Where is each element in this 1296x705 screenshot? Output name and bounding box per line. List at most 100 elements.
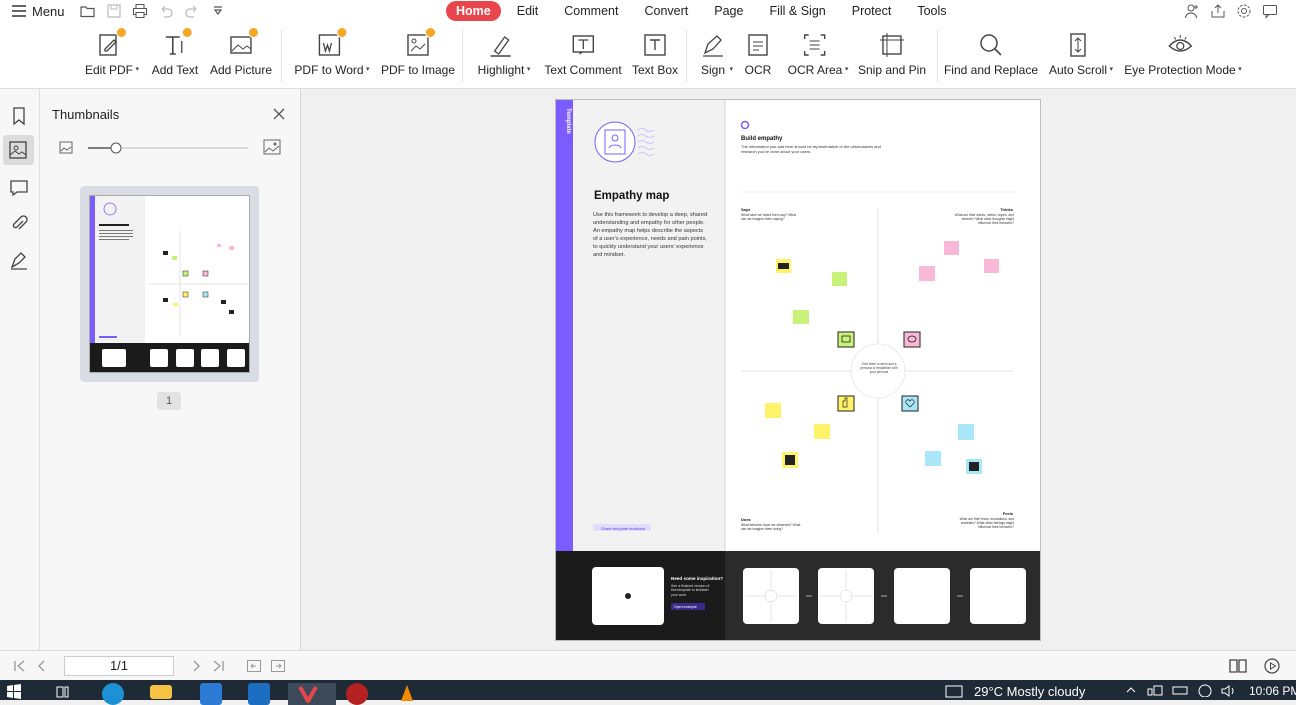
pdf-to-word-button[interactable]: PDF to Word ▾: [294, 27, 370, 77]
ocr-area-button[interactable]: OCR Area ▾: [787, 31, 848, 77]
vlc-icon[interactable]: [396, 683, 418, 705]
first-page-icon[interactable]: [12, 658, 28, 674]
add-text-button[interactable]: Add Text: [152, 27, 198, 77]
last-page-icon[interactable]: [210, 658, 226, 674]
ribbon-separator: [937, 30, 938, 82]
weather-text[interactable]: 29°C Mostly cloudy: [974, 684, 1085, 699]
share-icon[interactable]: [1210, 3, 1226, 19]
text-box-button[interactable]: Text Box: [632, 31, 678, 77]
ocr-area-label: OCR Area: [787, 63, 843, 77]
edit-pdf-label: Edit PDF: [84, 63, 134, 77]
main-tabs: Home Edit Comment Convert Page Fill & Si…: [446, 0, 963, 22]
auto-scroll-button[interactable]: Auto Scroll ▾: [1049, 31, 1113, 77]
close-icon[interactable]: [272, 107, 286, 121]
ribbon-separator: [281, 30, 282, 82]
undo-icon[interactable]: [158, 3, 174, 19]
add-text-icon: [161, 27, 193, 59]
network-icon[interactable]: [1146, 683, 1164, 705]
reading-mode-icon[interactable]: [1229, 658, 1247, 674]
tab-home[interactable]: Home: [446, 1, 501, 21]
sign-button[interactable]: Sign ▾: [699, 31, 733, 77]
bookmark-icon[interactable]: [8, 105, 30, 127]
sign-label: Sign: [700, 63, 726, 77]
open-folder-icon[interactable]: [80, 3, 96, 19]
ocr-area-icon: [801, 31, 829, 59]
dropdown-caret-icon[interactable]: ▾: [729, 65, 733, 73]
edit-pdf-button[interactable]: Edit PDF ▾: [84, 27, 139, 77]
thinks-text: What are their wants, needs, hopes, and …: [954, 213, 1014, 225]
build-text: The information you add here should be r…: [741, 144, 881, 154]
app-red-icon[interactable]: [346, 683, 368, 705]
ocr-button[interactable]: OCR: [744, 31, 772, 77]
find-and-replace-button[interactable]: Find and Replace: [944, 31, 1038, 77]
next-page-icon[interactable]: [188, 658, 204, 674]
tab-edit[interactable]: Edit: [507, 1, 549, 21]
dropdown-caret-icon[interactable]: ▾: [1110, 65, 1114, 73]
small-image-icon: [59, 141, 73, 154]
tab-fill-sign[interactable]: Fill & Sign: [759, 1, 835, 21]
document-viewer[interactable]: Template Empathy map Use this framework …: [301, 89, 1296, 650]
does-text: What behavior have we observed? What can…: [741, 523, 801, 531]
eye-protection-mode-button[interactable]: Eye Protection Mode ▾: [1124, 31, 1242, 77]
template-side-tab: [556, 100, 573, 551]
dropdown-caret-icon[interactable]: ▾: [135, 65, 139, 73]
attachment-icon[interactable]: [8, 213, 30, 235]
add-picture-button[interactable]: Add Picture: [210, 27, 272, 77]
windows-start-icon[interactable]: [6, 683, 28, 705]
page-number-input[interactable]: 1/1: [64, 656, 174, 676]
menu-button[interactable]: Menu: [0, 4, 72, 19]
edge-browser-icon[interactable]: [102, 683, 124, 705]
sign-icon: [699, 31, 727, 59]
back-view-icon[interactable]: [246, 658, 262, 674]
previous-page-icon[interactable]: [34, 658, 50, 674]
file-explorer-icon[interactable]: [150, 685, 172, 699]
thumbnails-icon[interactable]: [3, 135, 34, 165]
battery-icon[interactable]: [1172, 683, 1190, 705]
redo-icon[interactable]: [184, 3, 200, 19]
thumbnail-zoom-slider[interactable]: [58, 139, 288, 157]
tab-comment[interactable]: Comment: [554, 1, 628, 21]
play-slideshow-icon[interactable]: [1264, 658, 1280, 674]
task-view-icon[interactable]: [54, 683, 76, 705]
tray-chevron-icon[interactable]: [1124, 683, 1138, 705]
snip-pin-icon: [878, 31, 906, 59]
inspiration-text: See a finished version of this template …: [671, 584, 710, 597]
clock-time[interactable]: 10:06 PM: [1249, 684, 1296, 698]
slider-handle[interactable]: [110, 142, 122, 154]
feels-text: What are their fears, frustrations, and …: [959, 517, 1014, 529]
comment-icon[interactable]: [8, 177, 30, 199]
volume-icon[interactable]: [1220, 683, 1238, 705]
inspiration-title: Need some inspiration?: [671, 576, 723, 581]
dropdown-caret-icon[interactable]: ▾: [845, 65, 849, 73]
signature-icon[interactable]: [8, 249, 30, 271]
customize-dropdown-icon[interactable]: [210, 3, 226, 19]
highlight-button[interactable]: Highlight ▾: [477, 31, 530, 77]
large-image-icon: [263, 139, 281, 155]
tab-tools[interactable]: Tools: [907, 1, 956, 21]
pdf-page: Template Empathy map Use this framework …: [555, 99, 1041, 641]
tab-page[interactable]: Page: [704, 1, 753, 21]
page-thumbnail[interactable]: [80, 186, 259, 382]
mail-icon[interactable]: [248, 683, 270, 705]
forward-view-icon[interactable]: [270, 658, 286, 674]
dropdown-caret-icon[interactable]: ▾: [1238, 65, 1242, 73]
add-picture-icon: [227, 27, 259, 59]
pdf-to-image-button[interactable]: PDF to Image: [381, 27, 455, 77]
dropdown-caret-icon[interactable]: ▾: [527, 65, 531, 73]
text-comment-button[interactable]: Text Comment: [544, 31, 622, 77]
pdf-app-taskbar-icon[interactable]: [288, 683, 336, 705]
highlight-label: Highlight: [477, 63, 525, 77]
snip-and-pin-button[interactable]: Snip and Pin: [858, 31, 926, 77]
chat-icon[interactable]: [1262, 3, 1278, 19]
add-user-icon[interactable]: [1184, 3, 1200, 19]
settings-icon[interactable]: [1236, 3, 1252, 19]
language-globe-icon[interactable]: [1196, 683, 1214, 705]
print-icon[interactable]: [132, 3, 148, 19]
dropdown-caret-icon[interactable]: ▾: [366, 65, 370, 73]
save-icon[interactable]: [106, 3, 122, 19]
weather-icon[interactable]: [944, 683, 964, 705]
tab-protect[interactable]: Protect: [842, 1, 902, 21]
tab-convert[interactable]: Convert: [634, 1, 698, 21]
store-icon[interactable]: [200, 683, 222, 705]
windows-taskbar: 29°C Mostly cloudy 10:06 PM: [0, 680, 1296, 705]
